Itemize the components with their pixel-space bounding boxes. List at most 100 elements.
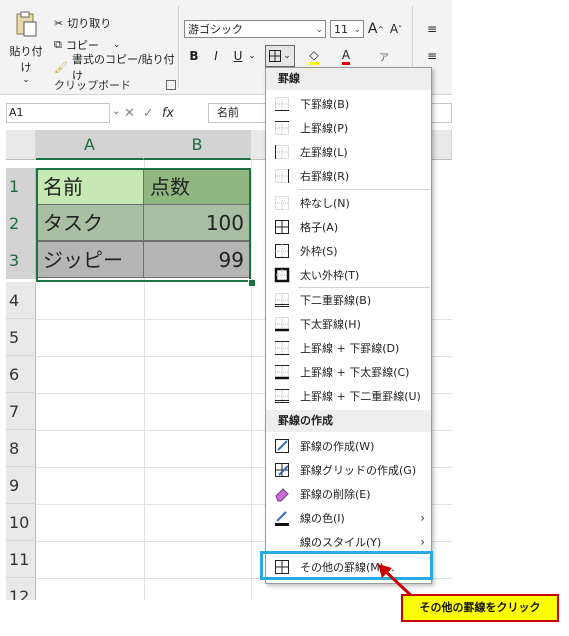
menu-item-label: 罫線の削除(E)	[300, 487, 371, 501]
paste-icon	[16, 11, 37, 37]
menu-item-draw-border-grid[interactable]: 罫線グリッドの作成(G)	[266, 458, 431, 481]
row-header[interactable]: 6	[6, 356, 36, 393]
menu-item-label: 線の色(I)	[300, 511, 345, 525]
enter-icon[interactable]: ✓	[143, 106, 154, 121]
cell-b1[interactable]: 点数	[143, 168, 251, 205]
cell-a2[interactable]: タスク	[36, 204, 144, 241]
font-name-value: 游ゴシック	[188, 23, 243, 36]
draw-border-icon	[275, 438, 289, 453]
menu-item-label: 格子(A)	[300, 220, 339, 234]
group-divider	[178, 6, 179, 88]
menu-item-line-color[interactable]: 線の色(I) ›	[266, 506, 431, 529]
row-header[interactable]: 10	[6, 504, 36, 541]
borders-grid-icon	[269, 50, 282, 62]
cut-button[interactable]: ✂ 切り取り	[54, 14, 111, 32]
menu-item-thick-bottom-border[interactable]: 下太罫線(H)	[266, 312, 431, 335]
chevron-down-icon: ⌄	[283, 51, 291, 61]
underline-button[interactable]: U	[230, 46, 246, 66]
cell-b3[interactable]: 99	[143, 241, 251, 278]
menu-item-outside-borders[interactable]: 外枠(S)	[266, 239, 431, 262]
menu-item-label: 上罫線 + 下太罫線(C)	[300, 365, 410, 379]
grow-font-button[interactable]: A ^	[368, 19, 384, 39]
insert-function-icon[interactable]: fx	[162, 106, 174, 121]
row-header[interactable]: 2	[6, 205, 36, 242]
menu-item-bottom-double-border[interactable]: 下二重罫線(B)	[266, 288, 431, 311]
bold-button[interactable]: B	[186, 46, 202, 66]
copy-icon: ⧉	[54, 38, 62, 51]
row-header[interactable]: 3	[6, 242, 36, 279]
outside-borders-icon	[275, 243, 289, 258]
row-header[interactable]: 4	[6, 282, 36, 319]
select-all-corner[interactable]	[6, 130, 36, 160]
cell-a3[interactable]: ジッピー	[36, 241, 144, 278]
menu-item-erase-border[interactable]: 罫線の削除(E)	[266, 482, 431, 505]
menu-item-top-and-bottom-border[interactable]: 上罫線 + 下罫線(D)	[266, 336, 431, 359]
name-box[interactable]: A1	[6, 103, 110, 123]
row-header[interactable]: 7	[6, 393, 36, 430]
fill-handle[interactable]	[248, 279, 256, 287]
menu-item-label: 下罫線(B)	[300, 97, 350, 111]
italic-button[interactable]: I	[208, 46, 224, 66]
column-header-a[interactable]: A	[36, 130, 144, 160]
align-left-icon[interactable]: ≡	[424, 46, 440, 66]
menu-item-all-borders[interactable]: 格子(A)	[266, 215, 431, 238]
menu-item-label: 罫線の作成(W)	[300, 439, 375, 453]
top-bottom-border-icon	[275, 340, 289, 355]
menu-item-top-border[interactable]: 上罫線(P)	[266, 116, 431, 139]
format-painter-button[interactable]: 🖌 書式のコピー/貼り付け	[54, 53, 180, 82]
paste-dropdown-icon[interactable]: ⌄	[6, 75, 46, 85]
top-border-icon	[275, 120, 289, 135]
chevron-right-icon: ›	[420, 534, 425, 549]
shrink-font-button[interactable]: Aˇ	[388, 19, 404, 39]
dialog-launcher-icon[interactable]	[166, 80, 176, 90]
thick-outside-borders-icon	[274, 267, 290, 282]
menu-item-top-and-thick-bottom-border[interactable]: 上罫線 + 下太罫線(C)	[266, 360, 431, 383]
cell-a1[interactable]: 名前	[36, 168, 144, 205]
scissors-icon: ✂	[54, 16, 64, 30]
chevron-down-icon[interactable]: ⌄	[113, 40, 121, 50]
chevron-down-icon: ⌄	[353, 25, 361, 35]
paste-button[interactable]: 貼り付け ⌄	[6, 10, 46, 85]
cell-b2[interactable]: 100	[143, 204, 251, 241]
font-color-icon: A	[341, 48, 351, 65]
row-header[interactable]: 8	[6, 430, 36, 467]
menu-item-label: 上罫線(P)	[300, 121, 349, 135]
menu-item-line-style[interactable]: 線のスタイル(Y) ›	[266, 530, 431, 553]
name-box-dropdown-icon[interactable]: ⌄	[112, 106, 120, 117]
font-size-value: 11	[334, 23, 348, 36]
menu-item-right-border[interactable]: 右罫線(R)	[266, 164, 431, 187]
menu-item-no-border[interactable]: 枠なし(N)	[266, 191, 431, 214]
row-header[interactable]: 5	[6, 319, 36, 356]
menu-item-left-border[interactable]: 左罫線(L)	[266, 140, 431, 163]
menu-item-label: 左罫線(L)	[300, 145, 348, 159]
font-name-select[interactable]: 游ゴシック ⌄	[184, 20, 326, 38]
gridline	[251, 160, 252, 600]
formula-controls: ✕ ✓ fx	[124, 103, 204, 123]
font-color-button[interactable]: A	[338, 46, 354, 66]
borders-button[interactable]: ⌄	[265, 45, 295, 67]
menu-item-label: 上罫線 + 下罫線(D)	[300, 341, 400, 355]
align-top-icon[interactable]: ≡	[424, 19, 440, 39]
paste-label: 貼り付け	[9, 45, 43, 74]
cancel-icon[interactable]: ✕	[124, 106, 135, 121]
fill-color-button[interactable]: ◇	[304, 46, 324, 66]
column-header-b[interactable]: B	[144, 130, 251, 160]
menu-item-thick-outside-borders[interactable]: 太い外枠(T)	[266, 263, 431, 286]
menu-section-borders: 罫線	[266, 68, 431, 90]
row-header[interactable]: 1	[6, 168, 36, 205]
all-borders-icon	[275, 219, 289, 234]
top-double-bottom-border-icon	[275, 388, 289, 403]
row-header[interactable]: 12	[6, 578, 36, 600]
menu-item-draw-border[interactable]: 罫線の作成(W)	[266, 434, 431, 457]
no-border-icon	[275, 195, 289, 210]
menu-item-bottom-border[interactable]: 下罫線(B)	[266, 92, 431, 115]
menu-item-label: 右罫線(R)	[300, 169, 350, 183]
menu-item-top-and-double-bottom-border[interactable]: 上罫線 + 下二重罫線(U)	[266, 384, 431, 407]
row-header[interactable]: 11	[6, 541, 36, 578]
chevron-down-icon[interactable]: ⌄	[246, 46, 258, 66]
paint-bucket-icon: ◇	[309, 48, 319, 65]
row-header[interactable]: 9	[6, 467, 36, 504]
phonetic-icon[interactable]: ア	[376, 46, 392, 66]
font-size-select[interactable]: 11 ⌄	[330, 20, 364, 38]
menu-item-label: 枠なし(N)	[300, 196, 350, 210]
